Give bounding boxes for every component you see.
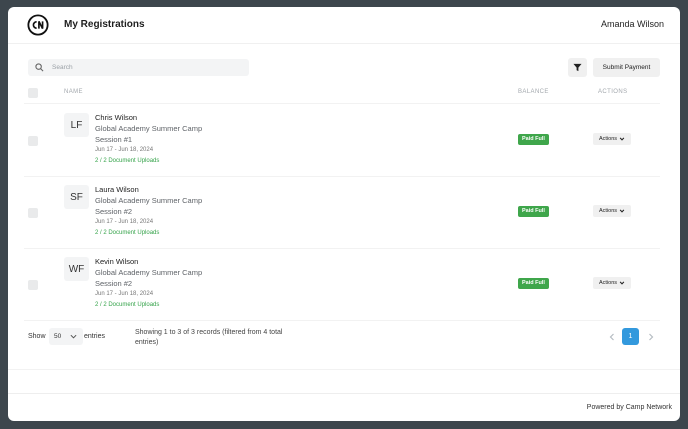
camp-network-logo[interactable]: [27, 14, 49, 36]
document-uploads-status[interactable]: 2 / 2 Document Uploads: [95, 158, 159, 164]
camp-name: Global Academy Summer Camp: [95, 124, 203, 133]
table-footer: Show 50 entries Showing 1 to 3 of 3 reco…: [28, 328, 660, 358]
actions-label: Actions: [598, 136, 618, 142]
balance-status-badge: Paid Full: [518, 134, 549, 145]
chevron-down-icon: [619, 209, 625, 213]
avatar: WF: [64, 257, 89, 281]
row-checkbox[interactable]: [28, 136, 38, 146]
camp-name: Global Academy Summer Camp: [95, 196, 203, 205]
pagination-page-1[interactable]: 1: [622, 328, 639, 345]
table-header: NAME BALANCE ACTIONS: [24, 85, 660, 104]
table-row: WF Kevin Wilson Global Academy Summer Ca…: [24, 249, 660, 321]
search-input[interactable]: [52, 59, 242, 76]
actions-dropdown[interactable]: Actions: [593, 205, 631, 217]
divider: [8, 369, 680, 370]
table-row: SF Laura Wilson Global Academy Summer Ca…: [24, 177, 660, 249]
records-info: Showing 1 to 3 of 3 records (filtered fr…: [135, 329, 283, 346]
session-name: Session #1: [95, 135, 133, 144]
chevron-down-icon: [619, 137, 625, 141]
user-name[interactable]: Amanda Wilson: [601, 19, 664, 29]
page-size-value: 50: [54, 333, 62, 340]
page-header: My Registrations Amanda Wilson: [8, 7, 680, 44]
powered-by-footer[interactable]: Powered by Camp Network: [587, 404, 672, 411]
page-size-select[interactable]: 50: [49, 328, 83, 345]
filter-icon: [573, 63, 582, 72]
row-checkbox[interactable]: [28, 280, 38, 290]
chevron-right-icon[interactable]: [647, 333, 655, 341]
show-label: Show: [28, 333, 46, 340]
search-icon: [35, 63, 44, 72]
search-box: [28, 59, 249, 76]
column-header-balance[interactable]: BALANCE: [518, 89, 549, 95]
session-name: Session #2: [95, 279, 133, 288]
registrant-name[interactable]: Chris Wilson: [95, 113, 137, 122]
table-row: LF Chris Wilson Global Academy Summer Ca…: [24, 105, 660, 177]
registrant-name[interactable]: Laura Wilson: [95, 185, 139, 194]
row-checkbox[interactable]: [28, 208, 38, 218]
page-title: My Registrations: [64, 19, 145, 30]
document-uploads-status[interactable]: 2 / 2 Document Uploads: [95, 230, 159, 236]
submit-payment-button[interactable]: Submit Payment: [593, 58, 660, 77]
divider: [8, 393, 680, 394]
column-header-name[interactable]: NAME: [64, 89, 83, 95]
avatar: SF: [64, 185, 89, 209]
camp-name: Global Academy Summer Camp: [95, 268, 203, 277]
session-dates: Jun 17 - Jun 18, 2024: [95, 219, 154, 225]
actions-dropdown[interactable]: Actions: [593, 133, 631, 145]
session-dates: Jun 17 - Jun 18, 2024: [95, 291, 154, 297]
entries-label: entries: [84, 333, 106, 340]
document-uploads-status[interactable]: 2 / 2 Document Uploads: [95, 302, 159, 308]
avatar: LF: [64, 113, 89, 137]
registrant-name[interactable]: Kevin Wilson: [95, 257, 138, 266]
actions-dropdown[interactable]: Actions: [593, 277, 631, 289]
select-all-checkbox[interactable]: [28, 88, 38, 98]
actions-label: Actions: [598, 280, 618, 286]
filter-button[interactable]: [568, 58, 587, 77]
balance-status-badge: Paid Full: [518, 206, 549, 217]
chevron-down-icon: [70, 334, 77, 339]
main-card: My Registrations Amanda Wilson Submit Pa…: [8, 7, 680, 421]
column-header-actions: ACTIONS: [598, 89, 628, 95]
balance-status-badge: Paid Full: [518, 278, 549, 289]
chevron-left-icon[interactable]: [608, 333, 616, 341]
session-dates: Jun 17 - Jun 18, 2024: [95, 147, 154, 153]
session-name: Session #2: [95, 207, 133, 216]
actions-label: Actions: [598, 208, 618, 214]
chevron-down-icon: [619, 281, 625, 285]
